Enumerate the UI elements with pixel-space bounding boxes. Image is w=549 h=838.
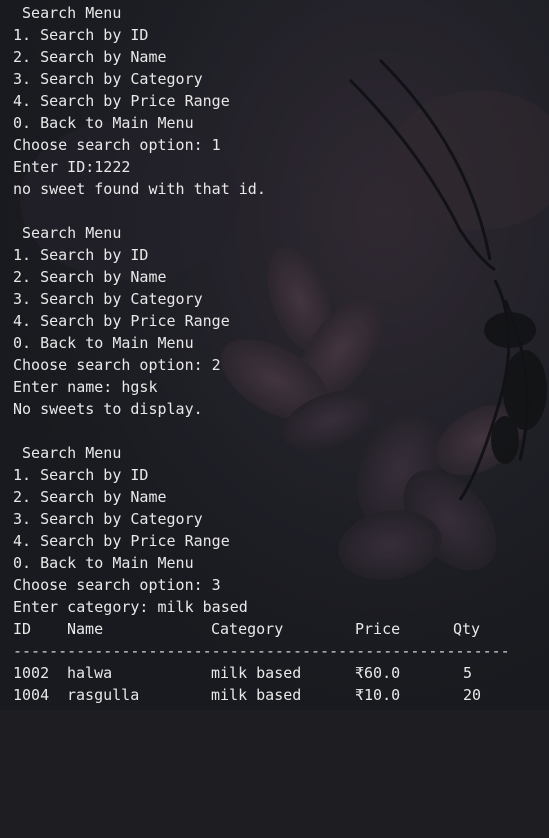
menu-option-id: 1. Search by ID <box>13 26 149 44</box>
table-header-row: ID Name Category Price Qty <box>13 618 549 640</box>
menu-title: Search Menu <box>13 224 122 242</box>
cell-qty: 20 <box>463 686 482 704</box>
table-separator: ----------------------------------------… <box>13 642 510 660</box>
table-row: 1002 halwa milk based ₹60.0 5 <box>13 662 549 684</box>
menu-option-back: 0. Back to Main Menu <box>13 114 194 132</box>
column-header-category: Category <box>211 620 284 638</box>
result-message: No sweets to display. <box>13 400 203 418</box>
choose-option-prompt: Choose search option: 1 <box>13 136 221 154</box>
menu-option-back: 0. Back to Main Menu <box>13 334 194 352</box>
column-header-name: Name <box>67 620 104 638</box>
cell-category: milk based <box>211 686 302 704</box>
menu-option-id: 1. Search by ID <box>13 246 149 264</box>
choose-option-prompt: Choose search option: 2 <box>13 356 221 374</box>
cell-id: 1002 <box>13 664 50 682</box>
menu-option-id: 1. Search by ID <box>13 466 149 484</box>
menu-option-category: 3. Search by Category <box>13 290 203 308</box>
menu-option-price-range: 4. Search by Price Range <box>13 92 230 110</box>
menu-option-price-range: 4. Search by Price Range <box>13 312 230 330</box>
cell-id: 1004 <box>13 686 50 704</box>
column-header-price: Price <box>355 620 401 638</box>
cell-name: halwa <box>67 664 113 682</box>
menu-option-name: 2. Search by Name <box>13 488 167 506</box>
result-message: no sweet found with that id. <box>13 180 266 198</box>
search-block-3: Search Menu 1. Search by ID 2. Search by… <box>13 442 549 618</box>
cell-price: ₹10.0 <box>355 686 401 704</box>
menu-title: Search Menu <box>13 4 122 22</box>
cell-name: rasgulla <box>67 686 140 704</box>
menu-option-price-range: 4. Search by Price Range <box>13 532 230 550</box>
input-prompt: Enter ID:1222 <box>13 158 131 176</box>
input-prompt: Enter name: hgsk <box>13 378 158 396</box>
input-prompt: Enter category: milk based <box>13 598 248 616</box>
terminal-output: Search Menu 1. Search by ID 2. Search by… <box>0 0 549 710</box>
search-block-1: Search Menu 1. Search by ID 2. Search by… <box>13 2 549 222</box>
menu-option-category: 3. Search by Category <box>13 70 203 88</box>
cell-category: milk based <box>211 664 302 682</box>
search-block-2: Search Menu 1. Search by ID 2. Search by… <box>13 222 549 442</box>
choose-option-prompt: Choose search option: 3 <box>13 576 221 594</box>
menu-option-category: 3. Search by Category <box>13 510 203 528</box>
table-row: 1004 rasgulla milk based ₹10.0 20 <box>13 684 549 706</box>
cell-price: ₹60.0 <box>355 664 401 682</box>
column-header-qty: Qty <box>453 620 481 638</box>
column-header-id: ID <box>13 620 32 638</box>
cell-qty: 5 <box>463 664 473 682</box>
menu-option-back: 0. Back to Main Menu <box>13 554 194 572</box>
menu-title: Search Menu <box>13 444 122 462</box>
menu-option-name: 2. Search by Name <box>13 268 167 286</box>
results-table: ID Name Category Price Qty -------------… <box>13 618 549 706</box>
menu-option-name: 2. Search by Name <box>13 48 167 66</box>
